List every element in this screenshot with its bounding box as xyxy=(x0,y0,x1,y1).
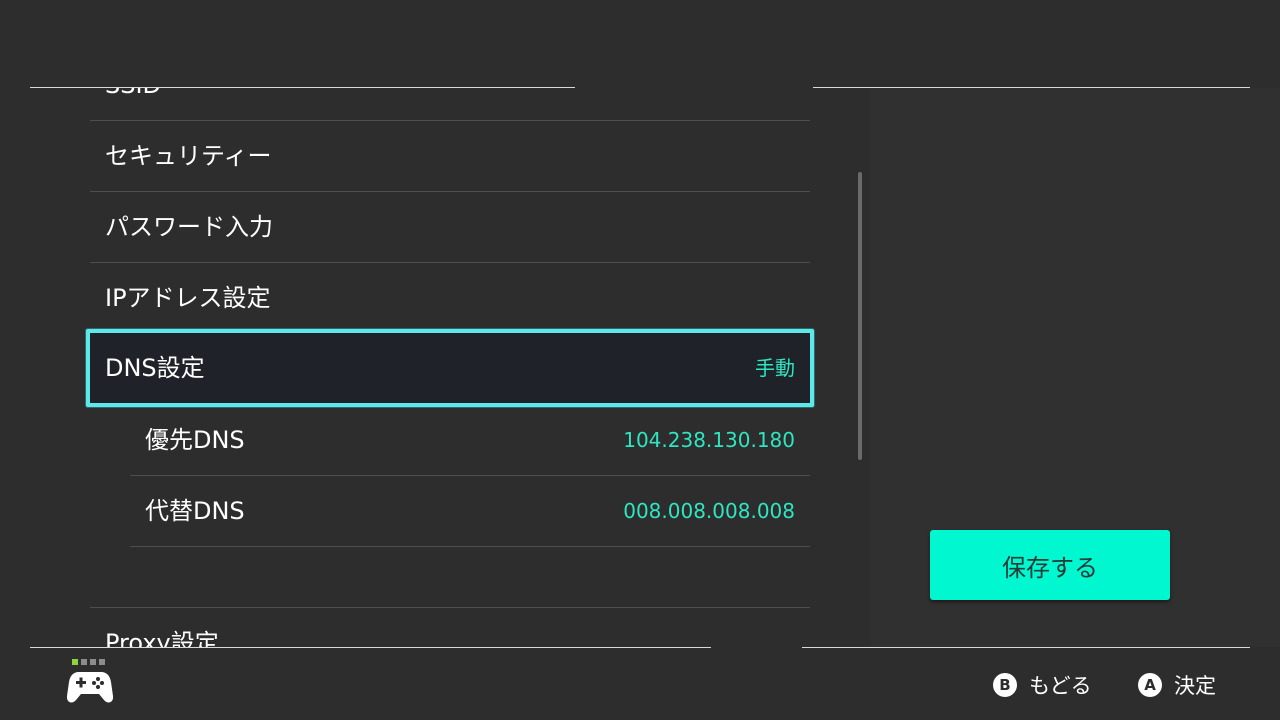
setting-label: SSID xyxy=(105,88,161,120)
setting-row-ssid[interactable]: SSID xyxy=(90,88,810,121)
b-button-icon: B xyxy=(993,673,1017,697)
setting-value: 手動 xyxy=(755,356,795,380)
confirm-button[interactable]: A 決定 xyxy=(1138,670,1216,700)
setting-label: Proxy設定 xyxy=(105,629,219,647)
footer-divider-right xyxy=(802,647,1250,648)
setting-label: セキュリティー xyxy=(105,142,272,170)
confirm-label: 決定 xyxy=(1174,674,1216,698)
setting-row-password[interactable]: パスワード入力 xyxy=(90,192,810,263)
setting-label: DNS設定 xyxy=(105,354,205,382)
player-dot xyxy=(90,659,96,665)
setting-value: 104.238.130.180 xyxy=(623,428,795,452)
save-button-label: 保存する xyxy=(1002,553,1098,582)
setting-row-primary-dns[interactable]: 優先DNS 104.238.130.180 xyxy=(130,405,810,476)
setting-row-dns[interactable]: DNS設定 手動 xyxy=(86,329,814,407)
player-dot xyxy=(99,659,105,665)
setting-row-ip-address[interactable]: IPアドレス設定 xyxy=(90,263,810,334)
setting-label: 優先DNS xyxy=(145,426,245,454)
back-button[interactable]: B もどる xyxy=(993,670,1092,700)
back-label: もどる xyxy=(1029,674,1092,698)
save-button[interactable]: 保存する xyxy=(930,530,1170,600)
setting-label: IPアドレス設定 xyxy=(105,284,271,312)
player-dot-active xyxy=(72,659,78,665)
player-dot xyxy=(81,659,87,665)
setting-label: 代替DNS xyxy=(145,497,245,525)
gamepad-icon xyxy=(67,672,113,703)
setting-row-proxy[interactable]: Proxy設定 xyxy=(90,608,810,647)
setting-value: 008.008.008.008 xyxy=(623,499,795,523)
setting-row-secondary-dns[interactable]: 代替DNS 008.008.008.008 xyxy=(130,476,810,547)
list-spacer-row xyxy=(90,547,810,608)
a-button-icon: A xyxy=(1138,673,1162,697)
setting-label: パスワード入力 xyxy=(105,213,273,241)
list-scrollbar[interactable] xyxy=(858,172,862,460)
controller-player-indicator xyxy=(72,659,105,665)
settings-list[interactable]: SSID セキュリティー パスワード入力 IPアドレス設定 DNS設定 手動 優… xyxy=(30,88,830,647)
footer-divider-left xyxy=(30,647,711,648)
setting-row-security[interactable]: セキュリティー xyxy=(90,121,810,192)
